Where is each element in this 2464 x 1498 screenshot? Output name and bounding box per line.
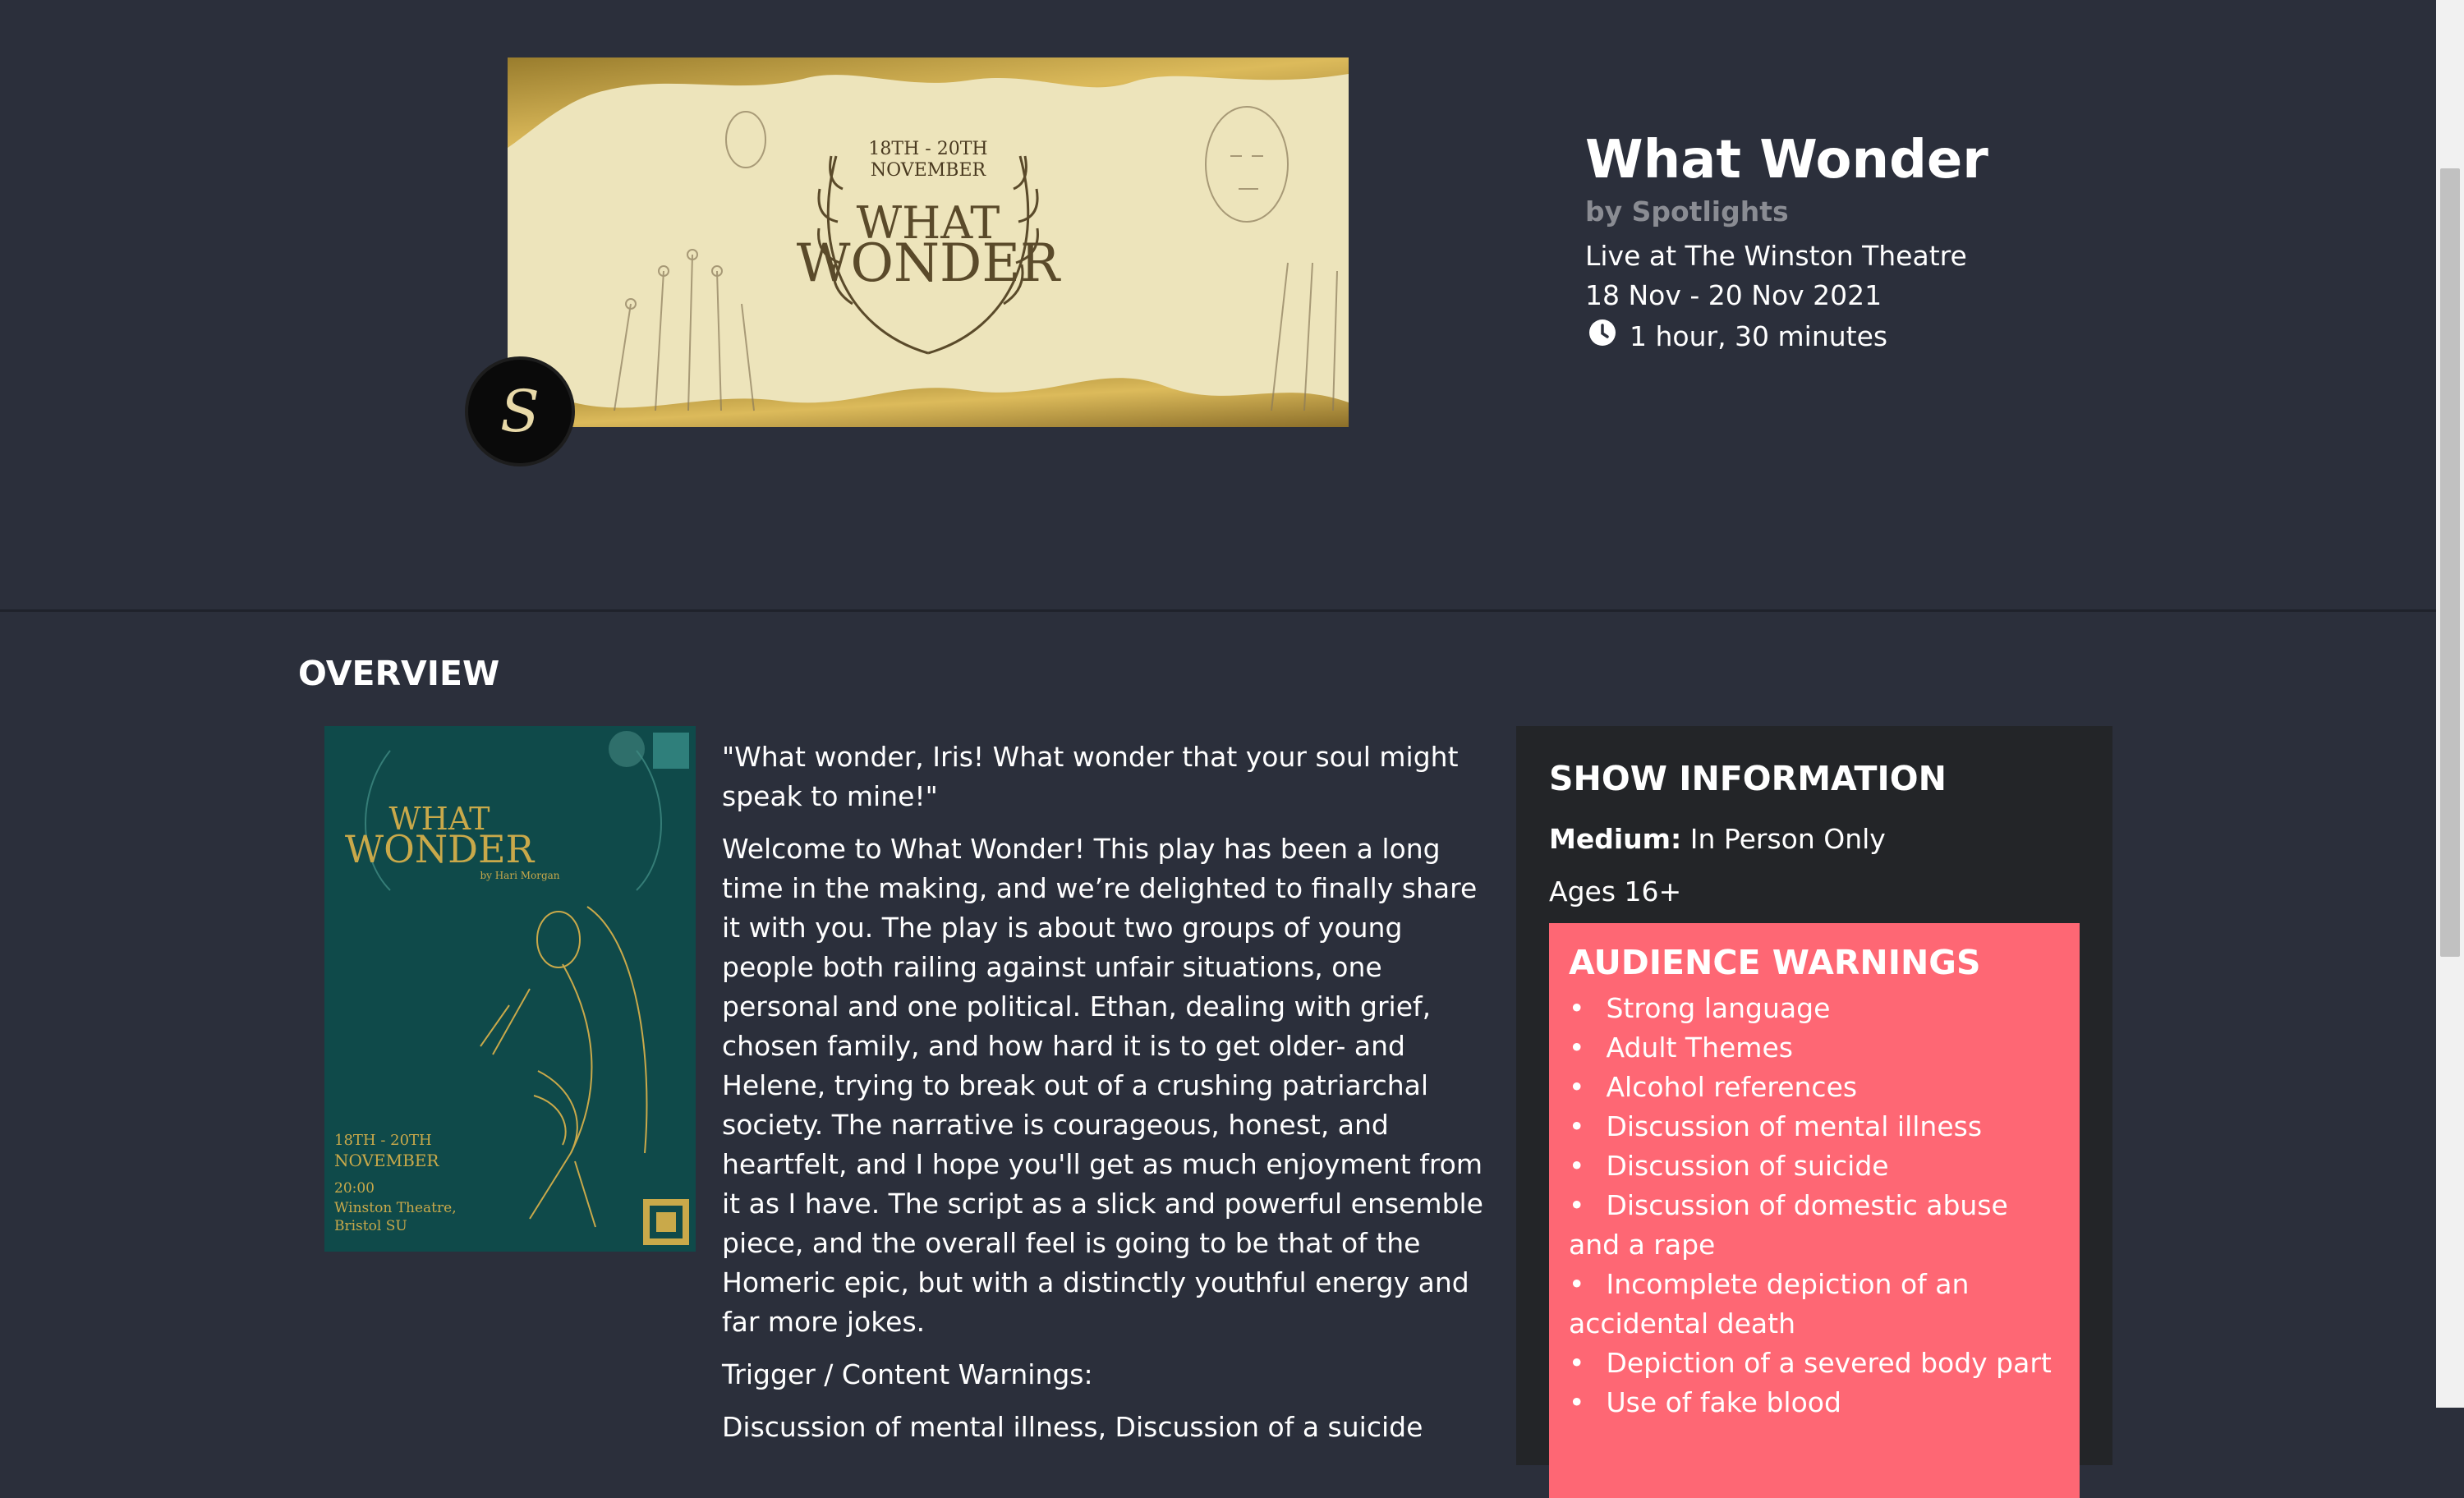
event-duration: 1 hour, 30 minutes [1588,319,1887,353]
poster-dates: 18TH - 20TH [334,1132,432,1149]
age-rating: Ages 16+ [1549,875,1682,908]
warning-item: Discussion of domestic abuse and a rape [1569,1186,2063,1265]
poster-venue1: Winston Theatre, [334,1200,457,1216]
organiser-logo[interactable]: S [468,360,572,463]
overview-trigger-heading: Trigger / Content Warnings: [722,1358,1093,1390]
clock-icon [1588,319,1616,353]
event-organiser[interactable]: by Spotlights [1585,195,1789,227]
warning-item: Strong language [1569,989,2063,1028]
event-title: What Wonder [1585,130,1988,191]
poster-title-line2: WONDER [345,827,536,871]
warning-item: Discussion of suicide [1569,1146,2063,1186]
event-dates: 18 Nov - 20 Nov 2021 [1585,279,1882,311]
overview-description: "What wonder, Iris! What wonder that you… [722,738,1494,1460]
banner-dates: 18TH - 20TH [868,139,987,159]
banner-month: NOVEMBER [871,160,987,181]
overview-trigger-list: Discussion of mental illness, Discussion… [722,1411,1423,1443]
poster-author: by Hari Morgan [480,870,559,881]
warning-item: Adult Themes [1569,1028,2063,1068]
event-banner-image: 18TH - 20TH NOVEMBER WHAT WONDER [508,57,1349,427]
warning-item: Discussion of mental illness [1569,1107,2063,1146]
overview-heading: OVERVIEW [298,654,500,693]
audience-warnings-list: Strong language Adult Themes Alcohol ref… [1549,989,2080,1422]
scrollbar-thumb[interactable] [2440,168,2460,957]
banner-title-line2: WONDER [797,233,1061,294]
medium-row: Medium: In Person Only [1549,823,1886,855]
duration-text: 1 hour, 30 minutes [1630,319,1888,352]
warning-item: Depiction of a severed body part [1569,1344,2063,1383]
poster-month: NOVEMBER [334,1151,439,1170]
medium-value: In Person Only [1689,823,1886,855]
audience-warnings: AUDIENCE WARNINGS Strong language Adult … [1549,923,2080,1498]
poster-time: 20:00 [334,1180,375,1197]
section-divider [0,609,2436,612]
overview-quote: "What wonder, Iris! What wonder that you… [722,741,1459,812]
medium-label: Medium: [1549,823,1682,855]
event-poster-image: WHAT WONDER by Hari Morgan 18TH - 20TH N… [324,726,696,1252]
logo-letter: S [500,378,540,445]
show-information-heading: SHOW INFORMATION [1549,759,1947,798]
page-scrollbar[interactable] [2436,0,2464,1408]
show-information-panel: SHOW INFORMATION Medium: In Person Only … [1516,726,2112,1498]
audience-warnings-heading: AUDIENCE WARNINGS [1569,943,1981,982]
poster-venue2: Bristol SU [334,1218,407,1234]
warning-item: Incomplete depiction of an accidental de… [1569,1265,2063,1344]
overview-body: Welcome to What Wonder! This play has be… [722,833,1483,1338]
event-venue: Live at The Winston Theatre [1585,240,1967,272]
warning-item: Alcohol references [1569,1068,2063,1107]
warning-item: Use of fake blood [1569,1383,2063,1422]
